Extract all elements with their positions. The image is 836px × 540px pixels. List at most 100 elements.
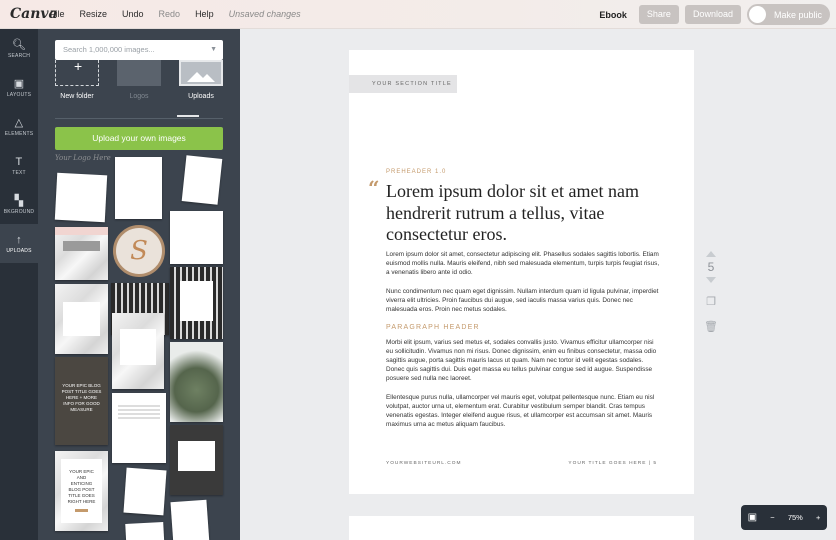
- headline[interactable]: Lorem ipsum dolor sit et amet nam hendre…: [386, 181, 661, 246]
- upload-images-button[interactable]: Upload your own images: [55, 127, 223, 150]
- menu-undo[interactable]: Undo: [122, 9, 144, 19]
- body-paragraph-1[interactable]: Lorem ipsum dolor sit amet, consectetur …: [386, 250, 661, 277]
- page-tools: 5 ❐ 🗑︎: [701, 251, 721, 333]
- background-icon: ▚: [14, 194, 24, 207]
- zoom-in-button[interactable]: +: [816, 513, 820, 522]
- body-paragraph-3[interactable]: Morbi elit ipsum, varius sed metus et, s…: [386, 338, 661, 383]
- zoom-level[interactable]: 75%: [788, 513, 803, 522]
- text-icon: T: [15, 155, 23, 168]
- blog-title-text: YOUR EPIC AND ENTICING BLOG POST TITLE G…: [67, 469, 96, 504]
- search-placeholder: Search 1,000,000 images...: [63, 45, 155, 54]
- section-title[interactable]: YOUR SECTION TITLE: [349, 75, 457, 93]
- upload-thumb[interactable]: [170, 342, 223, 422]
- upload-thumb[interactable]: [112, 393, 166, 463]
- rail-layouts-label: LAYOUTS: [6, 91, 32, 98]
- footer-title[interactable]: YOUR TITLE GOES HERE | 5: [568, 461, 657, 466]
- uploads-tab-indicator: [177, 115, 199, 117]
- body-paragraph-4[interactable]: Ellentesque purus nulla, ullamcorper vel…: [386, 393, 661, 429]
- upload-thumb[interactable]: [123, 467, 167, 516]
- new-folder-tile[interactable]: +: [55, 58, 99, 86]
- blog-title-text: YOUR EPIC BLOG POST TITLE GOES HERE + MO…: [61, 383, 102, 412]
- header-actions: Ebook Share Download Make public: [599, 0, 836, 29]
- upload-thumb[interactable]: [55, 284, 108, 354]
- ebook-page[interactable]: YOUR SECTION TITLE PREHEADER 1.0 “ Lorem…: [349, 50, 694, 494]
- doc-card: [120, 329, 156, 365]
- elements-icon: △: [14, 116, 24, 129]
- canva-logo[interactable]: Canva: [10, 6, 58, 22]
- move-page-up-icon[interactable]: [706, 251, 716, 257]
- panel-divider: [55, 118, 223, 119]
- menu-help[interactable]: Help: [195, 9, 214, 19]
- pink-band: [55, 227, 108, 235]
- menu-resize[interactable]: Resize: [80, 9, 108, 19]
- laptop-shape: [63, 241, 100, 251]
- document-type: Ebook: [599, 9, 627, 20]
- rail-layouts[interactable]: ▣ LAYOUTS: [0, 68, 38, 107]
- download-button[interactable]: Download: [684, 5, 741, 24]
- upload-thumb[interactable]: [112, 313, 164, 389]
- upload-thumb[interactable]: [170, 425, 223, 495]
- upload-thumb[interactable]: [170, 499, 210, 540]
- page-number: 5: [707, 260, 715, 274]
- upload-thumb[interactable]: [115, 157, 162, 219]
- rail-text-label: TEXT: [12, 169, 26, 176]
- uploads-folder-tile[interactable]: [179, 60, 223, 86]
- menu-file[interactable]: File: [50, 9, 65, 19]
- logos-folder-tile[interactable]: [117, 60, 161, 86]
- present-icon[interactable]: ▣: [748, 512, 757, 523]
- paragraph-header[interactable]: PARAGRAPH HEADER: [386, 324, 480, 331]
- accent-bar: [75, 509, 88, 512]
- search-icon: 🔍︎: [11, 38, 27, 51]
- seal-letter: S: [130, 236, 148, 266]
- doc-card: YOUR EPIC AND ENTICING BLOG POST TITLE G…: [61, 459, 102, 523]
- zoom-control: ▣ − 75% +: [741, 505, 827, 530]
- rail-uploads-label: UPLOADS: [6, 247, 32, 254]
- upload-thumb[interactable]: YOUR EPIC BLOG POST TITLE GOES HERE + MO…: [55, 357, 108, 445]
- text-line: [118, 417, 160, 419]
- body-paragraph-2[interactable]: Nunc condimentum nec quam eget dignissim…: [386, 287, 661, 314]
- upload-thumb[interactable]: [170, 267, 223, 339]
- preheader[interactable]: PREHEADER 1.0: [386, 169, 446, 175]
- upload-thumb[interactable]: [125, 522, 165, 540]
- upload-thumb[interactable]: [54, 172, 108, 223]
- move-page-down-icon[interactable]: [706, 277, 716, 283]
- upload-thumb[interactable]: [55, 227, 108, 280]
- image-icon-peak: [199, 74, 215, 82]
- rail-uploads[interactable]: ↑ UPLOADS: [0, 224, 38, 263]
- chevron-down-icon[interactable]: ▼: [210, 40, 217, 60]
- rail-background-label: BKGROUND: [3, 208, 35, 215]
- plus-icon: +: [74, 58, 83, 74]
- new-folder-label: New folder: [60, 93, 94, 100]
- logo-script-label: Your Logo Here: [55, 154, 111, 162]
- make-public-label: Make public: [773, 9, 822, 20]
- side-rail: 🔍︎ SEARCH ▣ LAYOUTS △ ELEMENTS T TEXT ▚ …: [0, 29, 38, 540]
- zoom-out-button[interactable]: −: [770, 513, 774, 522]
- top-bar: Canva File Resize Undo Redo Help Unsaved…: [0, 0, 836, 29]
- rail-elements[interactable]: △ ELEMENTS: [0, 107, 38, 146]
- toggle-knob: [748, 6, 766, 23]
- uploads-panel: + New folder Logos Uploads Search 1,000,…: [38, 29, 240, 540]
- footer-url[interactable]: YOURWEBSITEURL.COM: [386, 461, 461, 466]
- rail-background[interactable]: ▚ BKGROUND: [0, 185, 38, 224]
- rail-text[interactable]: T TEXT: [0, 146, 38, 185]
- text-line: [118, 405, 160, 407]
- rail-search-label: SEARCH: [7, 52, 31, 59]
- doc-card: [180, 281, 213, 321]
- logos-folder-label: Logos: [129, 93, 149, 100]
- make-public-toggle[interactable]: Make public: [746, 4, 830, 25]
- share-button[interactable]: Share: [638, 5, 679, 24]
- trash-icon[interactable]: 🗑︎: [701, 320, 721, 333]
- next-page[interactable]: [349, 516, 694, 540]
- main-menu: File Resize Undo Redo Help Unsaved chang…: [50, 9, 316, 19]
- folder-row: + New folder Logos Uploads: [55, 58, 225, 102]
- upload-thumb[interactable]: [170, 211, 223, 264]
- design-canvas: YOUR SECTION TITLE PREHEADER 1.0 “ Lorem…: [240, 29, 836, 540]
- upload-thumb[interactable]: YOUR EPIC AND ENTICING BLOG POST TITLE G…: [55, 451, 108, 531]
- menu-redo[interactable]: Redo: [159, 9, 181, 19]
- search-input[interactable]: Search 1,000,000 images... ▼: [55, 40, 223, 60]
- upload-thumb[interactable]: [181, 155, 223, 205]
- logo-seal-thumb[interactable]: S: [113, 225, 165, 277]
- rail-search[interactable]: 🔍︎ SEARCH: [0, 29, 38, 68]
- copy-page-icon[interactable]: ❐: [701, 295, 721, 308]
